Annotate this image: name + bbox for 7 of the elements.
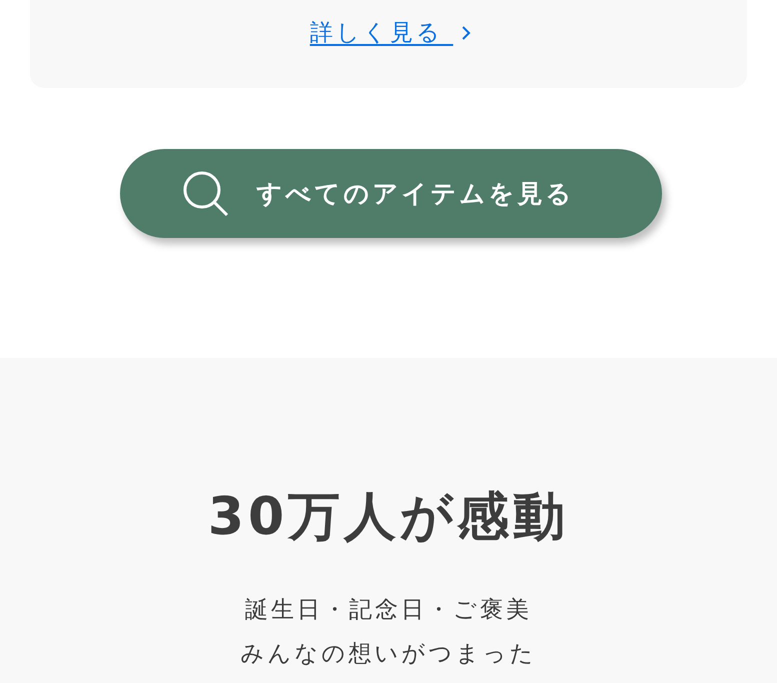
chevron-icon bbox=[461, 24, 472, 40]
details-link[interactable]: 詳しく見る bbox=[310, 17, 454, 48]
section-heading: 30万人が感動 bbox=[208, 486, 570, 549]
view-all-items-button[interactable]: すべてのアイテムを見る bbox=[120, 149, 662, 238]
search-icon bbox=[182, 170, 228, 216]
section-text: みんなの想いがつまった bbox=[240, 640, 536, 669]
section-text: 誕生日・記念日・ご褒美 bbox=[245, 596, 532, 625]
